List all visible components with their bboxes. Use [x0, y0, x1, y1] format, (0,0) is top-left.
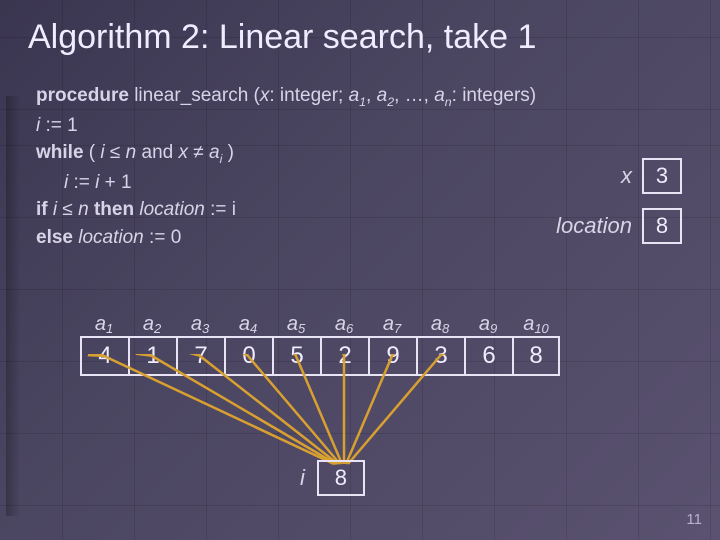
- array-label: a8: [416, 310, 464, 336]
- background-grid: [0, 0, 720, 540]
- right-values: x 3 location 8: [556, 158, 682, 258]
- array-label: a2: [128, 310, 176, 336]
- array-cell: 5: [272, 336, 320, 376]
- code-line-5: if i ≤ n then location := i: [36, 196, 536, 224]
- code-line-1: procedure linear_search (x: integer; a1,…: [36, 82, 536, 112]
- pseudocode-block: procedure linear_search (x: integer; a1,…: [36, 82, 536, 252]
- array-label: a10: [512, 310, 560, 336]
- array-cell: 9: [368, 336, 416, 376]
- array-cell: 4: [80, 336, 128, 376]
- x-value-box: 3: [642, 158, 682, 194]
- x-label: x: [621, 163, 632, 189]
- array-label: a1: [80, 310, 128, 336]
- array-display: a1 a2 a3 a4 a5 a6 a7 a8 a9 a10 4 1 7 0 5…: [80, 310, 560, 376]
- array-cell: 3: [416, 336, 464, 376]
- array-labels-row: a1 a2 a3 a4 a5 a6 a7 a8 a9 a10: [80, 310, 560, 336]
- page-number: 11: [686, 511, 702, 528]
- array-cells-row: 4 1 7 0 5 2 9 3 6 8: [80, 336, 560, 376]
- array-label: a7: [368, 310, 416, 336]
- code-line-3: while ( i ≤ n and x ≠ ai ): [36, 139, 536, 169]
- location-label: location: [556, 213, 632, 239]
- location-row: location 8: [556, 208, 682, 244]
- i-value-box: 8: [317, 460, 365, 496]
- array-cell: 8: [512, 336, 560, 376]
- array-cell: 0: [224, 336, 272, 376]
- array-label: a4: [224, 310, 272, 336]
- location-value-box: 8: [642, 208, 682, 244]
- slide: Algorithm 2: Linear search, take 1 proce…: [0, 0, 720, 540]
- code-line-6: else location := 0: [36, 224, 536, 252]
- code-line-2: i := 1: [36, 112, 536, 140]
- x-row: x 3: [556, 158, 682, 194]
- array-label: a3: [176, 310, 224, 336]
- i-display: i 8: [300, 460, 365, 496]
- code-line-4: i := i + 1: [36, 169, 536, 197]
- array-cell: 2: [320, 336, 368, 376]
- array-cell: 1: [128, 336, 176, 376]
- array-cell: 6: [464, 336, 512, 376]
- keyword-procedure: procedure: [36, 85, 129, 106]
- array-label: a6: [320, 310, 368, 336]
- i-label: i: [300, 465, 305, 491]
- array-label: a5: [272, 310, 320, 336]
- left-shadow: [6, 96, 20, 516]
- array-cell: 7: [176, 336, 224, 376]
- slide-title: Algorithm 2: Linear search, take 1: [28, 18, 692, 57]
- array-label: a9: [464, 310, 512, 336]
